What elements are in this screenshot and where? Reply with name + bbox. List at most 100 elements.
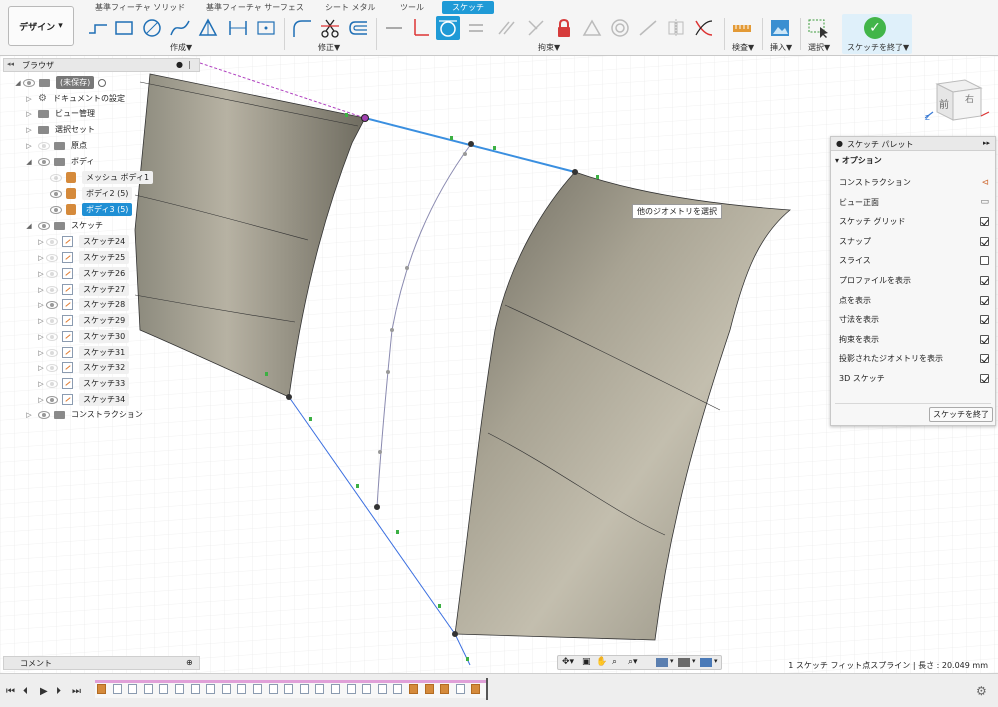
grid-snap-icon[interactable] <box>678 658 690 667</box>
dimension-tool-icon[interactable] <box>226 16 250 40</box>
expand-triangle-icon[interactable]: ▷ <box>36 238 46 246</box>
timeline-feature[interactable] <box>112 684 122 694</box>
tree-item-body2[interactable]: ボディ2 (5) <box>50 186 133 201</box>
zoom-icon[interactable]: ⌕ <box>612 657 617 667</box>
browser-pin-icon[interactable]: | <box>188 60 191 69</box>
tree-item-sketch27[interactable]: ▷ スケッチ27 <box>36 282 130 297</box>
browser-panel-header[interactable]: ◂◂ ブラウザ ● | <box>3 58 200 72</box>
tree-item-sketch34[interactable]: ▷ スケッチ34 <box>36 392 130 407</box>
collapse-triangle-icon[interactable]: ◢ <box>13 79 23 87</box>
comments-panel-header[interactable]: コメント ⊕ <box>3 656 200 670</box>
timeline-marker[interactable] <box>486 678 488 700</box>
constraint-group-label[interactable]: 拘束▼ <box>538 42 560 53</box>
concentric-constraint-icon[interactable] <box>608 16 632 40</box>
visibility-eye-icon[interactable] <box>46 316 58 325</box>
expand-triangle-icon[interactable]: ▷ <box>36 380 46 388</box>
workspace-dropdown[interactable]: デザイン ▾ <box>8 6 74 46</box>
timeline-feature[interactable] <box>128 684 138 694</box>
polygon-tool-icon[interactable] <box>196 16 220 40</box>
tree-item-mesh-body[interactable]: メッシュ ボディ1 <box>50 170 154 185</box>
palette-option-checkbox[interactable] <box>980 354 989 364</box>
spline-tool-icon[interactable] <box>168 16 192 40</box>
palette-option-checkbox[interactable] <box>980 295 989 305</box>
timeline-feature[interactable] <box>393 684 403 694</box>
palette-option-row[interactable]: プロファイルを表示 <box>839 271 989 290</box>
expand-right-icon[interactable]: ▸▸ <box>983 139 990 147</box>
expand-triangle-icon[interactable]: ▷ <box>36 286 46 294</box>
timeline-feature[interactable] <box>159 684 169 694</box>
fillet-tool-icon[interactable] <box>290 16 314 40</box>
palette-option-row[interactable]: 拘束を表示 <box>839 330 989 349</box>
tree-item-sketches[interactable]: ◢ スケッチ <box>24 218 103 233</box>
tab-tools[interactable]: ツール <box>400 2 424 13</box>
palette-close-icon[interactable]: ● <box>836 139 843 148</box>
collapse-triangle-icon[interactable]: ◢ <box>24 158 34 166</box>
palette-option-row[interactable]: 寸法を表示 <box>839 310 989 329</box>
insert-image-icon[interactable] <box>768 16 792 40</box>
visibility-eye-icon[interactable] <box>46 363 58 372</box>
timeline-prev-icon[interactable]: ⏴ <box>23 686 28 697</box>
perpendicular-constraint-icon[interactable] <box>524 16 548 40</box>
grid-dropdown-icon[interactable]: ▾ <box>692 657 696 665</box>
viewports-icon[interactable] <box>700 658 712 667</box>
visibility-eye-icon[interactable] <box>50 173 62 182</box>
collinear-constraint-icon[interactable] <box>636 16 660 40</box>
palette-option-row[interactable]: スナップ <box>839 232 989 251</box>
tree-item-construction[interactable]: ▷ コンストラクション <box>24 407 143 422</box>
create-group-label[interactable]: 作成▼ <box>170 42 192 53</box>
timeline-feature[interactable] <box>206 684 216 694</box>
timeline-feature[interactable] <box>362 684 372 694</box>
palette-option-checkbox[interactable] <box>980 256 989 266</box>
midpoint-constraint-icon[interactable] <box>580 16 604 40</box>
expand-triangle-icon[interactable]: ▷ <box>36 349 46 357</box>
tree-item-body3[interactable]: ボディ3 (5) <box>50 202 133 217</box>
timeline-feature[interactable] <box>331 684 340 694</box>
equal-constraint-icon[interactable] <box>464 16 488 40</box>
visibility-eye-icon[interactable] <box>38 221 50 230</box>
visibility-eye-icon[interactable] <box>46 253 58 262</box>
coincident-constraint-icon[interactable] <box>408 16 432 40</box>
trim-tool-icon[interactable] <box>318 16 342 40</box>
tree-item-sketch30[interactable]: ▷ スケッチ30 <box>36 329 130 344</box>
curvature-constraint-icon[interactable] <box>692 16 716 40</box>
orbit-icon[interactable]: ✥▾ <box>562 657 574 667</box>
timeline-feature[interactable] <box>237 684 247 694</box>
visibility-eye-icon[interactable] <box>38 141 50 150</box>
timeline-start-icon[interactable]: ⏮ <box>6 686 15 697</box>
viewcube-front-label[interactable]: 前 <box>939 96 949 111</box>
look-at-sketch-icon[interactable]: ▭ <box>980 197 989 207</box>
select-group-label[interactable]: 選択▼ <box>808 42 830 53</box>
viewports-dropdown-icon[interactable]: ▾ <box>714 657 718 665</box>
visibility-eye-icon[interactable] <box>46 379 58 388</box>
palette-option-checkbox[interactable] <box>980 217 989 227</box>
palette-option-checkbox[interactable] <box>980 236 989 246</box>
offset-tool-icon[interactable] <box>346 16 370 40</box>
timeline-feature[interactable] <box>97 684 106 694</box>
modify-group-label[interactable]: 修正▼ <box>318 42 340 53</box>
visibility-eye-icon[interactable] <box>46 300 58 309</box>
palette-option-checkbox[interactable] <box>980 334 989 344</box>
select-tool-icon[interactable] <box>806 16 830 40</box>
viewcube-right-label[interactable]: 右 <box>965 92 974 105</box>
tree-item-document-settings[interactable]: ▷ ⚙ ドキュメントの設定 <box>24 91 125 106</box>
timeline-feature[interactable] <box>315 684 325 694</box>
fix-constraint-icon[interactable] <box>552 16 576 40</box>
visibility-eye-icon[interactable] <box>46 332 58 341</box>
collapse-left-icon[interactable]: ◂◂ <box>7 60 14 68</box>
visibility-eye-icon[interactable] <box>50 205 62 214</box>
tree-item-sketch31[interactable]: ▷ スケッチ31 <box>36 345 130 360</box>
tab-sketch[interactable]: スケッチ <box>442 1 494 14</box>
options-section-header[interactable]: ▾ オプション <box>835 155 882 166</box>
expand-triangle-icon[interactable]: ▷ <box>36 270 46 278</box>
tree-item-sketch24[interactable]: ▷ スケッチ24 <box>36 234 130 249</box>
inspect-group-label[interactable]: 検査▼ <box>732 42 754 53</box>
measure-tool-icon[interactable] <box>730 16 754 40</box>
tree-item-sketch25[interactable]: ▷ スケッチ25 <box>36 250 130 265</box>
symmetry-constraint-icon[interactable] <box>664 16 688 40</box>
timeline-feature[interactable] <box>346 684 356 694</box>
timeline-feature[interactable] <box>190 684 200 694</box>
timeline-feature[interactable] <box>268 684 278 694</box>
expand-triangle-icon[interactable]: ▷ <box>36 333 46 341</box>
look-at-icon[interactable]: ▣ <box>582 657 591 667</box>
palette-option-row[interactable]: 3D スケッチ <box>839 369 989 388</box>
